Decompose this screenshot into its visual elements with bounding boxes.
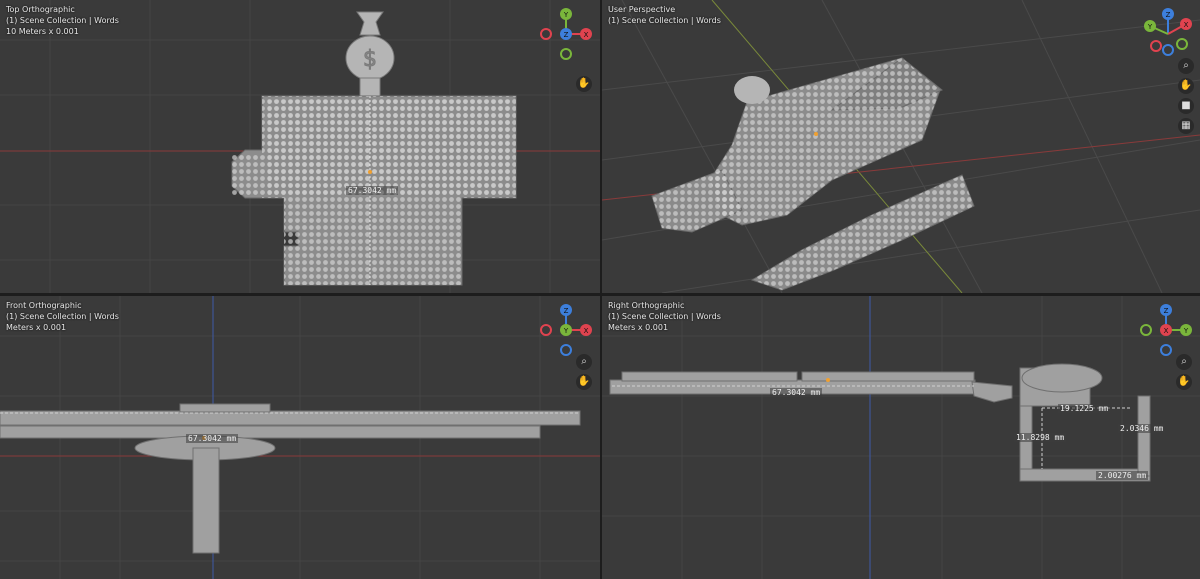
svg-text:X: X xyxy=(1184,21,1189,29)
zoom-icon[interactable]: ⌕ xyxy=(1176,354,1192,370)
navigation-gizmo[interactable]: Z X Y xyxy=(1140,6,1196,62)
money-bag-model: $ xyxy=(345,11,395,97)
hand-pan-icon[interactable]: ✋ xyxy=(1178,78,1194,94)
viewport-info: Front Orthographic (1) Scene Collection … xyxy=(6,300,119,333)
view-name: Right Orthographic xyxy=(608,301,685,310)
scale-label: Meters x 0.001 xyxy=(6,323,67,332)
viewport-right-orthographic[interactable]: Right Orthographic (1) Scene Collection … xyxy=(602,296,1200,579)
svg-text:Y: Y xyxy=(1183,327,1189,335)
measure-label: 67.3042 mm xyxy=(186,434,239,443)
svg-text:Y: Y xyxy=(563,327,569,335)
viewport-info: Top Orthographic (1) Scene Collection | … xyxy=(6,4,119,37)
svg-text:X: X xyxy=(584,327,589,335)
scale-label: 10 Meters x 0.001 xyxy=(6,27,79,36)
measure-label: 2.00276 mm xyxy=(1096,471,1149,480)
svg-text:$: $ xyxy=(363,47,377,72)
navigation-gizmo[interactable]: Z Y X xyxy=(1138,302,1194,358)
collection-label: (1) Scene Collection | Words xyxy=(608,312,721,321)
svg-text:Z: Z xyxy=(1164,307,1169,315)
svg-text:X: X xyxy=(584,31,589,39)
viewport-info: Right Orthographic (1) Scene Collection … xyxy=(608,300,721,333)
measure-label: 67.3042 mm xyxy=(770,388,823,397)
svg-text:Y: Y xyxy=(563,11,569,19)
viewport-user-perspective[interactable]: User Perspective (1) Scene Collection | … xyxy=(602,0,1200,293)
svg-text:Z: Z xyxy=(564,31,569,39)
hand-pan-icon[interactable]: ✋ xyxy=(576,76,592,92)
svg-text:Z: Z xyxy=(564,307,569,315)
measure-label: 67.3042 mm xyxy=(346,186,399,195)
zoom-icon[interactable]: ⌕ xyxy=(1178,58,1194,74)
pendant-model-front xyxy=(0,403,581,554)
viewport-top-orthographic[interactable]: $ Top Orthographic (1) Scene Collection … xyxy=(0,0,600,293)
view-name: User Perspective xyxy=(608,5,676,14)
camera-icon[interactable]: ■ xyxy=(1178,98,1194,114)
perspective-scene xyxy=(602,0,1200,293)
collection-label: (1) Scene Collection | Words xyxy=(608,16,721,25)
measure-label: 19.1225 mm xyxy=(1058,404,1111,413)
front-scene xyxy=(0,296,600,579)
svg-text:X: X xyxy=(1164,327,1169,335)
hand-pan-icon[interactable]: ✋ xyxy=(1176,374,1192,390)
grid-icon[interactable]: ▦ xyxy=(1178,118,1194,134)
collection-label: (1) Scene Collection | Words xyxy=(6,312,119,321)
navigation-gizmo[interactable]: Z X Y xyxy=(538,302,594,358)
viewport-front-orthographic[interactable]: Front Orthographic (1) Scene Collection … xyxy=(0,296,600,579)
view-name: Front Orthographic xyxy=(6,301,82,310)
scale-label: Meters x 0.001 xyxy=(608,323,669,332)
hand-pan-icon[interactable]: ✋ xyxy=(576,374,592,390)
collection-label: (1) Scene Collection | Words xyxy=(6,16,119,25)
money-bag-model xyxy=(734,76,770,104)
viewport-info: User Perspective (1) Scene Collection | … xyxy=(608,4,721,26)
measure-label: 11.8298 mm xyxy=(1014,433,1067,442)
navigation-gizmo[interactable]: Y X Z xyxy=(538,6,594,62)
right-scene xyxy=(602,296,1200,579)
svg-text:Y: Y xyxy=(1147,23,1153,31)
pendant-model-right xyxy=(609,363,1151,482)
svg-text:Z: Z xyxy=(1166,11,1171,19)
zoom-icon[interactable]: ⌕ xyxy=(576,354,592,370)
view-name: Top Orthographic xyxy=(6,5,75,14)
top-scene: $ xyxy=(0,0,600,293)
measure-label: 2.0346 mm xyxy=(1118,424,1166,433)
